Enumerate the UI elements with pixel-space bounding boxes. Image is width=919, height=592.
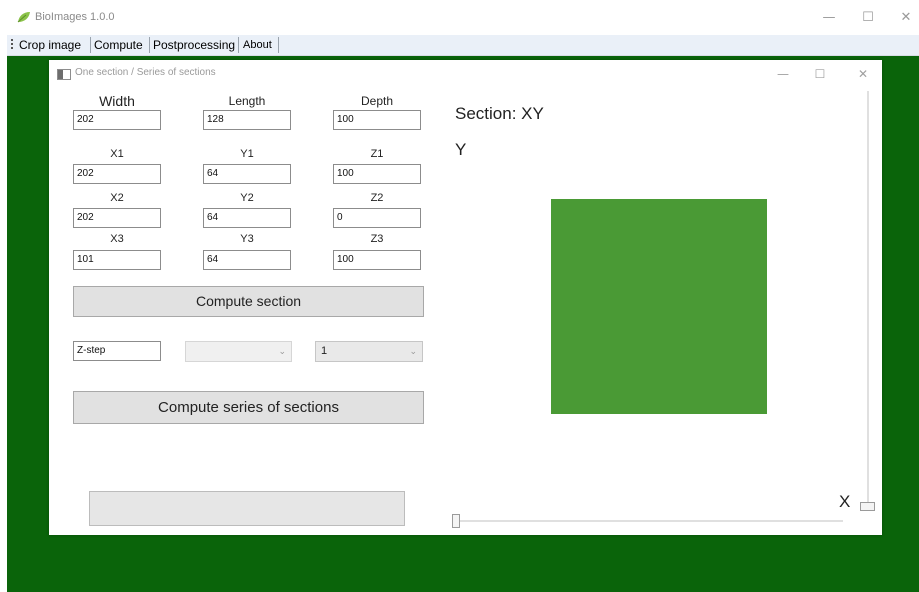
window-title: One section / Series of sections	[75, 67, 216, 78]
compute-section-button[interactable]: Compute section	[73, 286, 424, 317]
x1-input[interactable]: 202	[73, 164, 161, 184]
step-value-dropdown[interactable]: 1 ⌄	[315, 341, 423, 362]
menu-crop-image[interactable]: Crop image	[19, 35, 81, 55]
depth-input[interactable]: 100	[333, 110, 421, 130]
x-slider-thumb[interactable]	[452, 514, 460, 528]
chevron-down-icon: ⌄	[278, 346, 286, 356]
y1-label: Y1	[240, 148, 254, 160]
z-step-input[interactable]: Z-step	[73, 341, 161, 361]
app-minimize-button[interactable]: —	[814, 6, 844, 30]
x1-label: X1	[110, 148, 124, 160]
app-close-button[interactable]: ✕	[891, 6, 919, 30]
z2-input[interactable]: 0	[333, 208, 421, 228]
x2-input[interactable]: 202	[73, 208, 161, 228]
menu-about[interactable]: About	[243, 35, 272, 55]
chevron-down-icon: ⌄	[409, 346, 417, 356]
x3-label: X3	[110, 233, 124, 245]
x-slider-track[interactable]	[453, 520, 843, 522]
compute-series-button[interactable]: Compute series of sections	[73, 391, 424, 424]
menu-compute[interactable]: Compute	[94, 35, 143, 55]
menu-grip-icon	[11, 39, 13, 51]
window-close-button[interactable]: ✕	[848, 63, 878, 85]
length-label: Length	[228, 94, 266, 108]
z1-label: Z1	[370, 148, 384, 160]
z2-label: Z2	[370, 192, 384, 204]
x-axis-label: X	[839, 492, 851, 511]
y2-input[interactable]: 64	[203, 208, 291, 228]
width-label: Width	[99, 93, 135, 109]
window-minimize-button[interactable]: —	[768, 63, 798, 85]
menu-postprocessing[interactable]: Postprocessing	[153, 35, 235, 55]
y3-input[interactable]: 64	[203, 250, 291, 270]
z3-input[interactable]: 100	[333, 250, 421, 270]
step-value-selected: 1	[321, 345, 328, 357]
app-title: BioImages 1.0.0	[35, 11, 115, 23]
y2-label: Y2	[240, 192, 254, 204]
window-maximize-button[interactable]: ☐	[805, 63, 835, 85]
app-maximize-button[interactable]: ☐	[853, 6, 883, 30]
sections-window: One section / Series of sections — ☐ ✕ W…	[49, 60, 882, 535]
section-label: Section: XY	[455, 104, 544, 123]
app-titlebar: BioImages 1.0.0 — ☐ ✕	[0, 0, 919, 35]
progress-bar	[89, 491, 405, 526]
length-input[interactable]: 128	[203, 110, 291, 130]
x2-label: X2	[110, 192, 124, 204]
depth-label: Depth	[360, 94, 394, 108]
y1-input[interactable]: 64	[203, 164, 291, 184]
y-axis-label: Y	[455, 140, 467, 159]
y-slider-thumb[interactable]	[860, 502, 875, 511]
window-titlebar: One section / Series of sections — ☐ ✕	[49, 60, 882, 88]
y-slider-track[interactable]	[867, 91, 869, 506]
menu-bar: Crop image Compute Postprocessing About	[7, 35, 919, 56]
section-count-dropdown[interactable]: ⌄	[185, 341, 292, 362]
leaf-icon	[17, 12, 30, 23]
width-input[interactable]: 202	[73, 110, 161, 130]
z1-input[interactable]: 100	[333, 164, 421, 184]
x3-input[interactable]: 101	[73, 250, 161, 270]
y3-label: Y3	[240, 233, 254, 245]
z3-label: Z3	[370, 233, 384, 245]
window-icon	[57, 69, 71, 80]
section-view-canvas[interactable]	[551, 199, 767, 414]
